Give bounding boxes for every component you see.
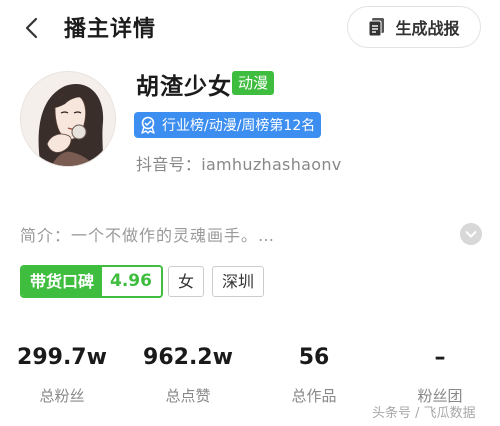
douyin-id: 抖音号：iamhuzhashaonv — [136, 155, 342, 174]
expand-chevron-icon[interactable] — [460, 223, 482, 245]
total-likes-label: 总点赞 — [165, 387, 211, 405]
anchor-name: 胡渣少女 — [136, 74, 232, 100]
total-likes-value: 962.2w — [143, 345, 233, 370]
city-tag: 深圳 — [212, 266, 265, 297]
reputation-score: 4.96 — [102, 267, 161, 296]
category-badge: 动漫 — [232, 71, 275, 95]
back-arrow-icon[interactable] — [20, 16, 44, 40]
fan-club-value: – — [434, 345, 446, 370]
rank-text: 行业榜/动漫/周榜第12名 — [162, 118, 316, 134]
reputation-badge: 带货口碑 4.96 — [20, 265, 163, 298]
bio-text: 简介：一个不做作的灵魂画手。… — [20, 226, 276, 245]
generate-report-label: 生成战报 — [395, 19, 460, 38]
medal-icon — [141, 116, 155, 134]
reputation-label: 带货口碑 — [22, 267, 103, 296]
page-title: 播主详情 — [64, 17, 157, 42]
total-fans-value: 299.7w — [17, 345, 107, 370]
rank-badge[interactable]: 行业榜/动漫/周榜第12名 — [134, 112, 321, 138]
watermark: 头条号 / 飞瓜数据 — [372, 406, 476, 421]
total-works-label: 总作品 — [291, 387, 337, 405]
document-icon — [368, 18, 385, 37]
generate-report-button[interactable]: 生成战报 — [347, 6, 481, 48]
avatar-illustration — [21, 72, 115, 166]
avatar[interactable] — [20, 71, 116, 167]
total-works-value: 56 — [298, 345, 330, 370]
total-fans-label: 总粉丝 — [39, 387, 85, 405]
gender-tag: 女 — [168, 266, 205, 297]
